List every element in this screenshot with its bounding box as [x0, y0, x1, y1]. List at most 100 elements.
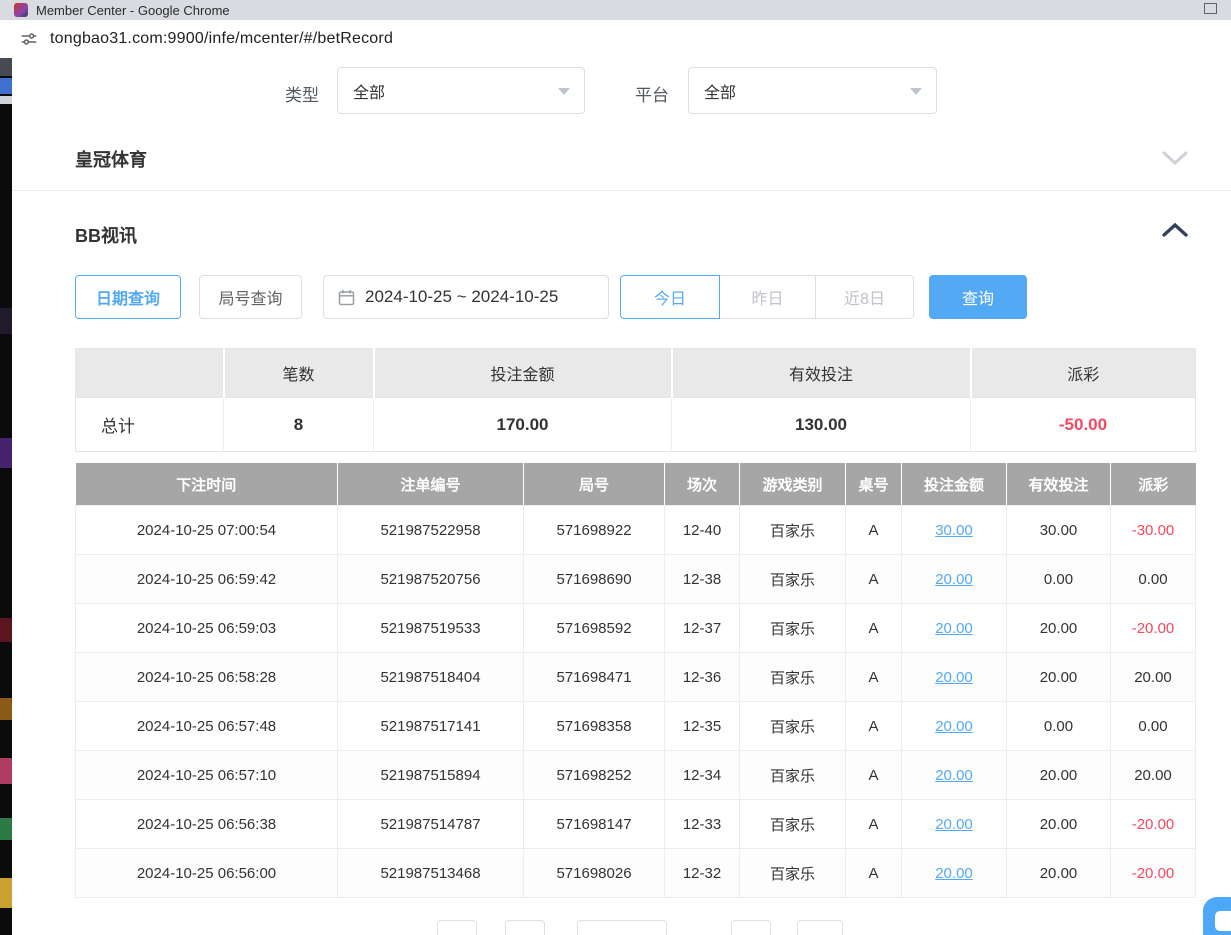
records-header-cell: 投注金额 — [902, 463, 1007, 506]
record-cell-game: 百家乐 — [740, 604, 846, 653]
record-cell-payout: 0.00 — [1111, 555, 1196, 604]
record-cell-table: A — [846, 702, 902, 751]
bet-amount-link[interactable]: 20.00 — [935, 718, 973, 735]
record-cell-game: 百家乐 — [740, 506, 846, 555]
record-row: 2024-10-25 06:57:48521987517141571698358… — [76, 702, 1196, 751]
records-header-cell: 场次 — [665, 463, 740, 506]
site-favicon-icon — [14, 3, 28, 17]
summary-bet-value: 170.00 — [374, 398, 672, 452]
record-row: 2024-10-25 06:56:38521987514787571698147… — [76, 800, 1196, 849]
record-cell-bet: 20.00 — [902, 702, 1007, 751]
record-cell-order: 521987513468 — [338, 849, 524, 898]
record-cell-session: 12-34 — [665, 751, 740, 800]
bet-amount-link[interactable]: 20.00 — [935, 669, 973, 686]
record-cell-order: 521987515894 — [338, 751, 524, 800]
bet-amount-link[interactable]: 20.00 — [935, 571, 973, 588]
summary-header-blank — [76, 349, 224, 398]
summary-header-bet: 投注金额 — [374, 349, 672, 398]
record-cell-session: 12-38 — [665, 555, 740, 604]
site-settings-icon[interactable] — [20, 30, 38, 48]
record-cell-round: 571698252 — [524, 751, 665, 800]
section-bb-video[interactable]: BB视讯 — [12, 208, 1231, 258]
address-bar[interactable]: tongbao31.com:9900/infe/mcenter/#/betRec… — [50, 30, 393, 48]
record-row: 2024-10-25 06:56:00521987513468571698026… — [76, 849, 1196, 898]
record-cell-round: 571698026 — [524, 849, 665, 898]
record-cell-payout: 20.00 — [1111, 751, 1196, 800]
pagination-page-button[interactable] — [505, 920, 545, 935]
chevron-down-icon[interactable] — [1162, 150, 1188, 166]
record-cell-time: 2024-10-25 06:59:42 — [76, 555, 338, 604]
record-cell-session: 12-35 — [665, 702, 740, 751]
section-crown-sports[interactable]: 皇冠体育 — [12, 130, 1231, 191]
last-8-days-button[interactable]: 近8日 — [815, 275, 914, 319]
pagination-next-button[interactable] — [731, 920, 771, 935]
section-title: 皇冠体育 — [75, 146, 147, 172]
pagination-prev-button[interactable] — [437, 920, 477, 935]
round-query-tab[interactable]: 局号查询 — [199, 275, 302, 319]
chevron-down-icon — [558, 88, 570, 95]
search-button[interactable]: 查询 — [929, 275, 1027, 319]
date-range-value: 2024-10-25 ~ 2024-10-25 — [365, 287, 558, 307]
record-cell-payout: -30.00 — [1111, 506, 1196, 555]
record-cell-session: 12-40 — [665, 506, 740, 555]
record-row: 2024-10-25 06:58:28521987518404571698471… — [76, 653, 1196, 702]
background-window-strip — [0, 58, 12, 935]
summary-table: 笔数 投注金额 有效投注 派彩 总计 8 170.00 130.00 -50.0… — [75, 348, 1196, 452]
bet-amount-link[interactable]: 20.00 — [935, 816, 973, 833]
record-cell-bet: 30.00 — [902, 506, 1007, 555]
pagination-size-select[interactable] — [577, 920, 667, 935]
record-cell-valid: 0.00 — [1007, 702, 1111, 751]
record-cell-table: A — [846, 555, 902, 604]
type-select[interactable]: 全部 — [337, 67, 585, 114]
record-cell-time: 2024-10-25 06:56:38 — [76, 800, 338, 849]
record-cell-session: 12-33 — [665, 800, 740, 849]
record-row: 2024-10-25 06:59:42521987520756571698690… — [76, 555, 1196, 604]
date-range-picker[interactable]: 2024-10-25 ~ 2024-10-25 — [323, 275, 609, 319]
record-row: 2024-10-25 06:59:03521987519533571698592… — [76, 604, 1196, 653]
record-cell-game: 百家乐 — [740, 555, 846, 604]
summary-count-value: 8 — [224, 398, 374, 452]
maximize-icon[interactable] — [1204, 3, 1217, 14]
record-cell-session: 12-37 — [665, 604, 740, 653]
customer-service-button[interactable] — [1203, 897, 1231, 935]
record-cell-round: 571698147 — [524, 800, 665, 849]
records-header-cell: 注单编号 — [338, 463, 524, 506]
records-header-cell: 有效投注 — [1007, 463, 1111, 506]
record-cell-round: 571698690 — [524, 555, 665, 604]
platform-filter-label: 平台 — [635, 81, 669, 106]
record-cell-game: 百家乐 — [740, 751, 846, 800]
record-cell-valid: 20.00 — [1007, 604, 1111, 653]
record-row: 2024-10-25 07:00:54521987522958571698922… — [76, 506, 1196, 555]
record-cell-game: 百家乐 — [740, 702, 846, 751]
yesterday-button[interactable]: 昨日 — [719, 275, 816, 319]
chevron-up-icon[interactable] — [1162, 222, 1188, 238]
record-cell-time: 2024-10-25 06:58:28 — [76, 653, 338, 702]
record-cell-session: 12-36 — [665, 653, 740, 702]
date-query-tab[interactable]: 日期查询 — [75, 275, 181, 319]
record-cell-payout: 0.00 — [1111, 702, 1196, 751]
today-button[interactable]: 今日 — [620, 275, 720, 319]
platform-select-value: 全部 — [704, 79, 736, 103]
record-cell-round: 571698592 — [524, 604, 665, 653]
bet-amount-link[interactable]: 20.00 — [935, 620, 973, 637]
record-cell-game: 百家乐 — [740, 849, 846, 898]
record-cell-payout: -20.00 — [1111, 849, 1196, 898]
record-row: 2024-10-25 06:57:10521987515894571698252… — [76, 751, 1196, 800]
record-cell-table: A — [846, 751, 902, 800]
record-cell-time: 2024-10-25 06:59:03 — [76, 604, 338, 653]
quick-day-group: 今日 昨日 近8日 — [620, 275, 914, 319]
record-cell-valid: 20.00 — [1007, 800, 1111, 849]
record-cell-table: A — [846, 604, 902, 653]
records-table: 下注时间注单编号局号场次游戏类别桌号投注金额有效投注派彩 2024-10-25 … — [75, 463, 1196, 898]
bet-amount-link[interactable]: 20.00 — [935, 865, 973, 882]
platform-select[interactable]: 全部 — [688, 67, 937, 114]
bet-amount-link[interactable]: 20.00 — [935, 767, 973, 784]
type-filter-label: 类型 — [285, 81, 319, 106]
pagination-jump-input[interactable] — [797, 920, 843, 935]
records-header-cell: 桌号 — [846, 463, 902, 506]
bet-amount-link[interactable]: 30.00 — [935, 522, 973, 539]
record-cell-round: 571698922 — [524, 506, 665, 555]
record-cell-game: 百家乐 — [740, 653, 846, 702]
summary-header-payout: 派彩 — [971, 349, 1196, 398]
record-cell-order: 521987519533 — [338, 604, 524, 653]
